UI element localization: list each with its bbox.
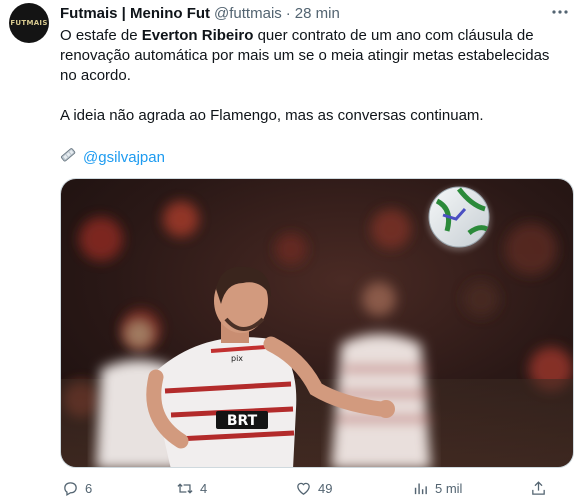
heart-icon <box>297 482 310 495</box>
author-handle[interactable]: @futtmais <box>214 5 282 22</box>
author-name[interactable]: Futmais | Menino Fut <box>60 5 210 22</box>
shirt-brand: pix <box>231 354 243 363</box>
reply-button[interactable]: 6 <box>62 480 92 497</box>
share-icon <box>532 481 545 495</box>
avatar-logo-text: FUTMAIS <box>10 19 48 27</box>
views-count: 5 mil <box>435 481 463 496</box>
soccer-photo-icon: BRT pix <box>61 179 573 467</box>
tweet-photo[interactable]: BRT pix <box>60 178 574 468</box>
separator-dot: · <box>285 4 291 22</box>
like-button[interactable]: 49 <box>295 480 332 497</box>
reply-count: 6 <box>85 481 93 496</box>
timestamp[interactable]: 28 min <box>295 5 340 22</box>
more-options-icon[interactable] <box>550 4 570 20</box>
player-name-bold: Everton Ribeiro <box>141 27 254 44</box>
views-chart-icon <box>414 483 427 495</box>
tweet-paragraph-2: A ideia não agrada ao Flamengo, mas as c… <box>60 107 484 124</box>
share-button[interactable] <box>530 480 547 497</box>
retweet-icon <box>177 483 193 494</box>
tweet-header: Futmais | Menino Fut @futtmais · 28 min <box>60 2 340 24</box>
tweet-paragraph-1: O estafe de Everton Ribeiro quer contrat… <box>60 26 565 86</box>
mention-link[interactable]: @gsilvajpan <box>83 148 165 168</box>
tweet-actions: 6 4 49 5 mil <box>60 478 570 500</box>
tweet-text: O estafe de Everton Ribeiro quer contrat… <box>60 26 565 169</box>
shirt-sponsor: BRT <box>227 413 258 429</box>
retweet-button[interactable]: 4 <box>176 480 207 497</box>
text-part-1: O estafe de <box>60 27 142 44</box>
mention-line: @gsilvajpan <box>60 146 565 169</box>
views-button[interactable]: 5 mil <box>412 480 462 497</box>
avatar[interactable]: FUTMAIS <box>9 3 49 43</box>
retweet-count: 4 <box>200 481 208 496</box>
reply-icon <box>64 482 77 497</box>
camera-flash-icon <box>60 146 77 169</box>
like-count: 49 <box>318 481 333 496</box>
